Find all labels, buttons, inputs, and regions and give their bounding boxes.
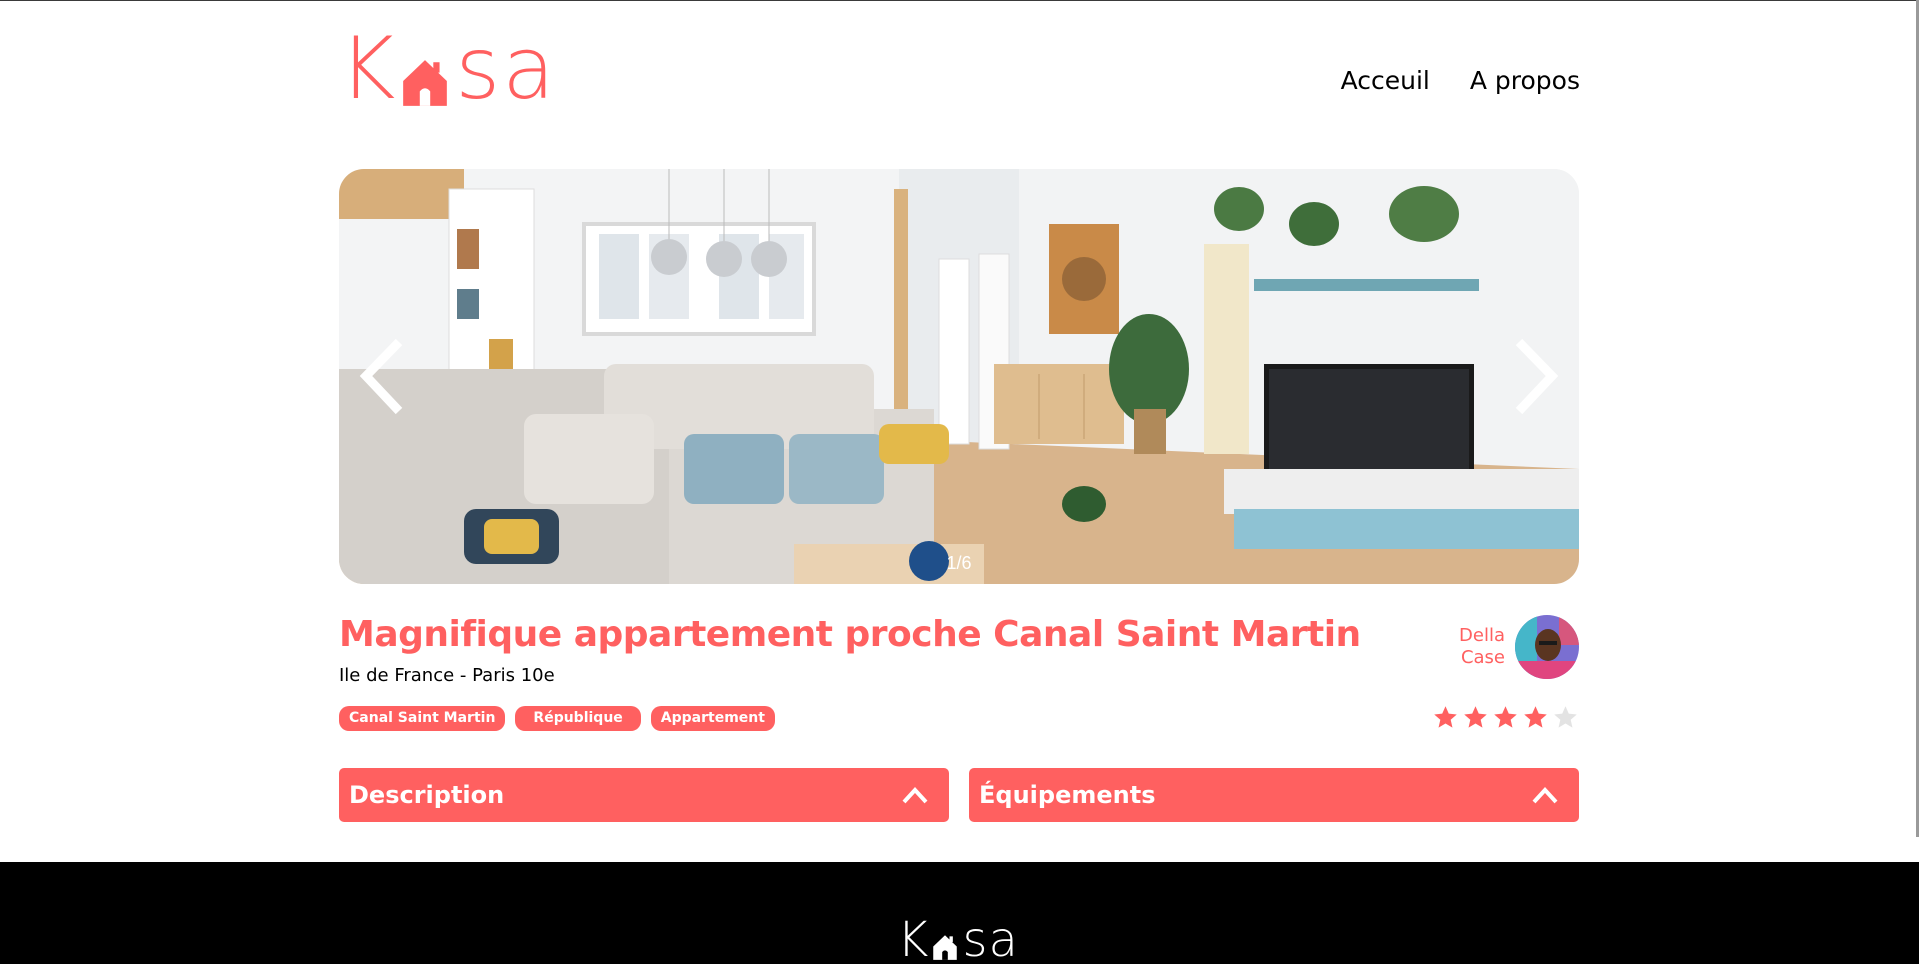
host-name: Della Case <box>1459 625 1505 669</box>
description-collapse[interactable]: Description <box>339 768 949 822</box>
listing-location: Ile de France - Paris 10e <box>339 665 555 686</box>
window-top-border <box>0 0 1919 1</box>
listing-title: Magnifique appartement proche Canal Sain… <box>339 614 1361 655</box>
chevron-up-icon[interactable] <box>1531 785 1559 805</box>
tag: Canal Saint Martin <box>339 706 506 731</box>
chevron-right-icon[interactable] <box>1504 334 1564 419</box>
main-nav: Acceuil A propos <box>1341 66 1580 95</box>
equipment-collapse[interactable]: Équipements <box>969 768 1579 822</box>
host-last-name: Case <box>1460 647 1505 668</box>
rating <box>1432 704 1579 731</box>
equipment-title: Équipements <box>979 781 1156 809</box>
logo-letters-sa: sa <box>455 19 557 119</box>
tag: Appartement <box>650 706 775 731</box>
nav-link-about[interactable]: A propos <box>1470 66 1580 95</box>
star-icon <box>1464 706 1487 728</box>
star-icon <box>1554 706 1577 728</box>
description-title: Description <box>349 781 505 809</box>
footer-logo[interactable]: K sa <box>897 916 1019 964</box>
collapse-section: Description Équipements <box>339 768 1579 822</box>
star-icon <box>1494 706 1517 728</box>
host-first-name: Della <box>1459 625 1505 646</box>
tag: République <box>515 706 641 731</box>
nav-link-home[interactable]: Acceuil <box>1341 66 1430 95</box>
chevron-up-icon[interactable] <box>901 785 929 805</box>
house-icon <box>403 60 448 106</box>
slide-counter: 1/6 <box>946 553 972 573</box>
logo-letters-sa: sa <box>962 912 1019 964</box>
logo-letter-k: K <box>339 19 398 119</box>
star-icon <box>1524 706 1547 728</box>
host-info: Della Case <box>1459 615 1579 679</box>
tag-list: Canal Saint Martin République Appartemen… <box>339 706 775 731</box>
logo-letter-k: K <box>897 912 930 964</box>
header-logo[interactable]: K sa <box>339 26 557 112</box>
house-icon <box>933 935 958 960</box>
listing-photo <box>339 169 1579 584</box>
chevron-left-icon[interactable] <box>354 334 414 419</box>
image-carousel: 1/6 <box>339 169 1579 584</box>
avatar <box>1515 615 1579 679</box>
star-icon <box>1434 706 1457 728</box>
